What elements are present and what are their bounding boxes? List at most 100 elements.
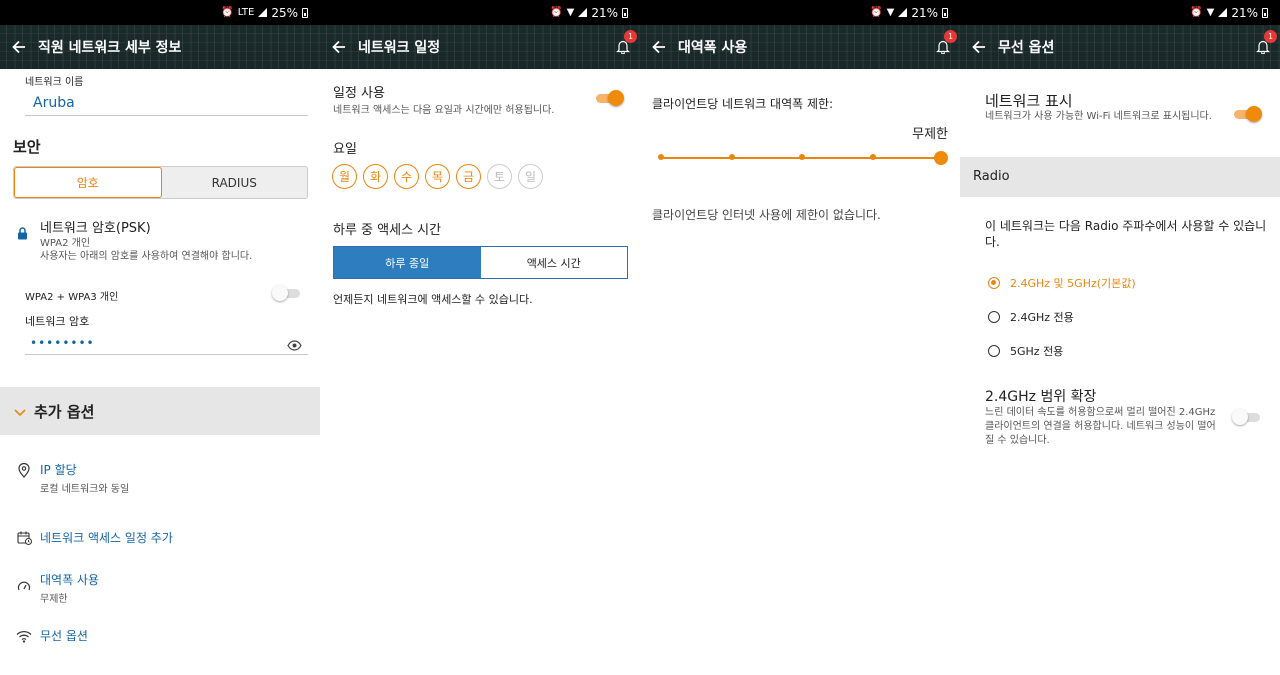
notification-badge: 1 [1264,30,1277,43]
range-sub: 느린 데이터 속도를 허용함으로써 멀리 떨어진 2.4GHz 클라이언트의 연… [985,407,1216,446]
wireless-title: 무선 옵션 [40,629,88,643]
day-mon[interactable]: 월 [332,164,357,189]
wpa3-toggle[interactable] [272,285,302,301]
ip-assignment-item[interactable]: IP 할당 로컬 네트워크와 동일 [15,461,315,495]
use-schedule-sub: 네트워크 액세스는 다음 요일과 시간에만 허용됩니다. [333,105,555,116]
status-bar: ⏰ ▼ 21% [320,0,640,25]
band-option-24-label: 2.4GHz 전용 [1010,311,1074,324]
signal-icon [258,8,268,17]
radio-heading: Radio [973,169,1010,184]
day-wed[interactable]: 수 [394,164,419,189]
password-underline [25,354,308,355]
gauge-icon [15,577,33,595]
radio-section-band: Radio [960,157,1280,197]
psk-description: 사용자는 아래의 암호를 사용하여 연결해야 합니다. [40,251,253,262]
back-button[interactable] [966,34,992,60]
location-pin-icon [15,461,33,479]
signal-icon [578,8,588,17]
show-network-title: 네트워크 표시 [985,92,1073,110]
battery-icon [622,7,628,18]
network-name-underline [25,115,308,116]
radio-button [988,311,1000,323]
segment-radius[interactable]: RADIUS [162,167,308,198]
show-network-sub: 네트워크가 사용 가능한 Wi-Fi 네트워크로 표시됩니다. [985,111,1212,122]
wifi-icon [15,627,33,645]
network-name-input[interactable]: Aruba [33,95,75,111]
notifications-button[interactable]: 1 [1252,30,1277,57]
bandwidth-sub: 무제한 [40,594,68,605]
radio-description: 이 네트워크는 다음 Radio 주파수에서 사용할 수 있습니다. [985,219,1267,249]
day-fri[interactable]: 금 [456,164,481,189]
status-bar: ⏰ LTE 25% [0,0,320,25]
range-title: 2.4GHz 범위 확장 [985,389,1097,405]
range-toggle[interactable] [1232,409,1262,425]
band-option-24[interactable]: 2.4GHz 전용 [988,309,1074,325]
back-button[interactable] [646,34,672,60]
back-button[interactable] [326,34,352,60]
slider-thumb[interactable] [934,151,948,165]
schedule-item[interactable]: 네트워크 액세스 일정 추가 [15,529,315,547]
battery-percent: 21% [1231,5,1258,20]
segment-all-day[interactable]: 하루 종일 [334,247,481,278]
screen-network-details: ⏰ LTE 25% 직원 네트워크 세부 정보 네트워크 이름 Aruba 보안… [0,0,320,675]
band-option-5[interactable]: 5GHz 전용 [988,343,1063,359]
arrow-left-icon [12,40,25,54]
band-option-5-label: 5GHz 전용 [1010,345,1064,358]
bandwidth-item[interactable]: 대역폭 사용 무제한 [15,571,315,605]
back-button[interactable] [6,34,32,60]
calendar-icon [15,529,33,547]
screen-network-schedule: ⏰ ▼ 21% 네트워크 일정 1 일정 사용 네트워크 액세스는 다음 요일과… [320,0,640,675]
bandwidth-description: 클라이언트당 인터넷 사용에 제한이 없습니다. [652,208,881,222]
status-bar: ⏰ ▼ 21% [960,0,1280,25]
battery-percent: 21% [911,5,938,20]
wifi-status-icon: ▼ [1206,7,1215,18]
screen-bandwidth: ⏰ ▼ 21% 대역폭 사용 1 클라이언트당 네트워크 대역폭 제한: 무제한… [640,0,960,675]
band-option-both[interactable]: 2.4GHz 및 5GHz(기본값) [988,275,1136,291]
ip-assignment-title: IP 할당 [40,463,77,477]
app-bar: 직원 네트워크 세부 정보 [0,25,320,69]
alarm-icon: ⏰ [870,7,883,18]
network-name-label: 네트워크 이름 [25,77,84,88]
more-options-band[interactable]: 추가 옵션 [0,387,320,435]
arrow-left-icon [972,40,985,54]
security-heading: 보안 [13,138,41,156]
bandwidth-title: 대역폭 사용 [40,573,100,587]
eye-icon[interactable] [287,336,302,355]
segment-access-time[interactable]: 액세스 시간 [480,247,627,278]
day-sun[interactable]: 일 [518,164,543,189]
slider-tick [799,154,805,160]
bandwidth-limit-label: 클라이언트당 네트워크 대역폭 제한: [652,97,834,111]
alarm-icon: ⏰ [221,7,234,18]
use-schedule-toggle[interactable] [594,90,624,106]
band-option-both-label: 2.4GHz 및 5GHz(기본값) [1010,277,1136,290]
show-network-toggle[interactable] [1232,106,1262,122]
segment-password[interactable]: 암호 [14,167,162,198]
page-title: 직원 네트워크 세부 정보 [38,40,182,56]
signal-icon [1218,8,1228,17]
more-options-label: 추가 옵션 [34,402,95,421]
security-type-segment: 암호 RADIUS [13,166,308,199]
lock-icon [17,225,28,244]
page-title: 네트워크 일정 [358,40,441,56]
password-label: 네트워크 암호 [25,315,90,328]
radio-button [988,345,1000,357]
notifications-button[interactable]: 1 [932,30,957,57]
app-bar: 무선 옵션 1 [960,25,1280,69]
day-thu[interactable]: 목 [425,164,450,189]
slider-tick [658,154,664,160]
page-title: 무선 옵션 [998,40,1055,56]
arrow-left-icon [332,40,345,54]
wpa3-label: WPA2 + WPA3 개인 [25,292,119,303]
notifications-button[interactable]: 1 [612,30,637,57]
wireless-item[interactable]: 무선 옵션 [15,627,315,645]
wifi-status-icon: ▼ [886,7,895,18]
day-sat[interactable]: 토 [487,164,512,189]
battery-percent: 21% [591,5,618,20]
time-segment: 하루 종일 액세스 시간 [333,246,628,279]
bandwidth-value: 무제한 [912,127,948,142]
use-schedule-title: 일정 사용 [333,86,385,101]
password-input[interactable]: •••••••• [30,336,95,350]
day-tue[interactable]: 화 [363,164,388,189]
page-title: 대역폭 사용 [678,40,748,56]
schedule-footer: 언제든지 네트워크에 액세스할 수 있습니다. [333,293,533,306]
